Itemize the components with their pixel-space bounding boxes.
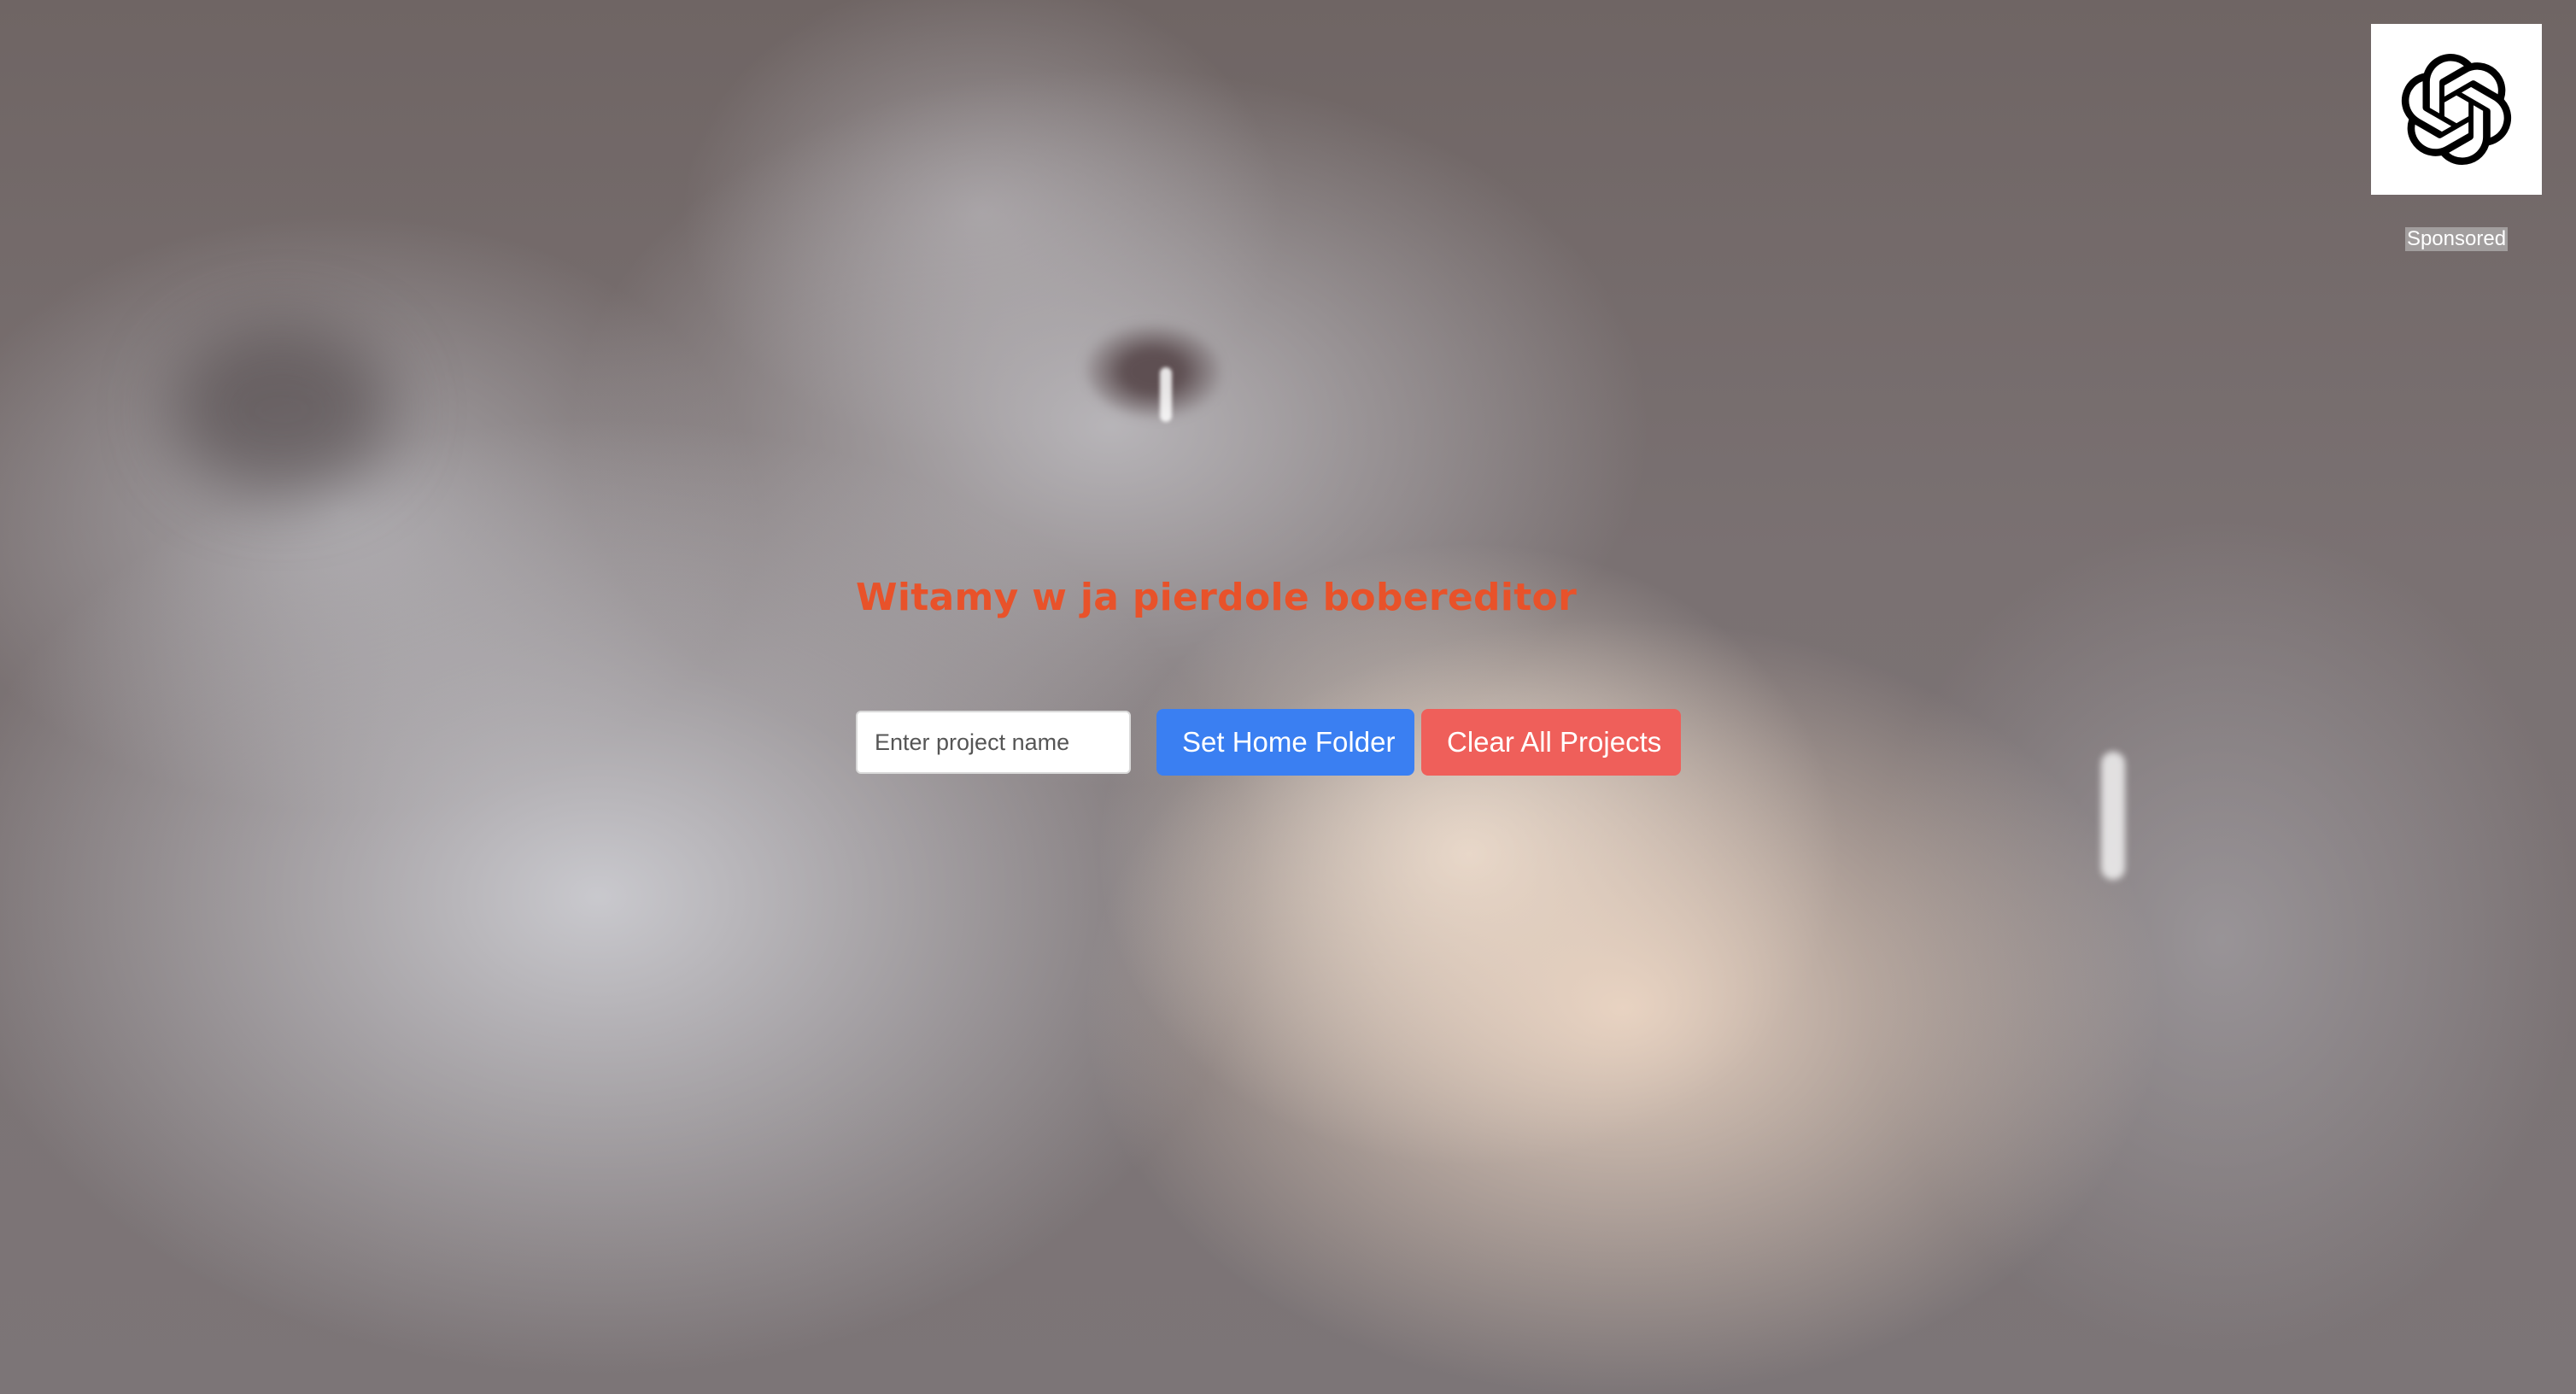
background-glint-right <box>2101 752 2125 880</box>
project-controls: Set Home Folder Clear All Projects <box>856 709 1681 776</box>
background-shadow <box>171 325 393 495</box>
openai-logo-icon <box>2401 54 2512 165</box>
sponsor-widget: Sponsored <box>2371 24 2542 251</box>
set-home-folder-button[interactable]: Set Home Folder <box>1156 709 1414 776</box>
background-eye <box>1085 325 1221 419</box>
main-panel: Witamy w ja pierdole bobereditor Set Hom… <box>856 572 1881 776</box>
project-name-input[interactable] <box>856 711 1131 774</box>
background-glint <box>1160 367 1172 422</box>
sponsored-label: Sponsored <box>2404 227 2509 251</box>
page-title: Witamy w ja pierdole bobereditor <box>856 576 1578 619</box>
background-photo <box>0 0 2576 1394</box>
sponsor-logo-link[interactable] <box>2371 24 2542 195</box>
clear-all-projects-button[interactable]: Clear All Projects <box>1421 709 1681 776</box>
